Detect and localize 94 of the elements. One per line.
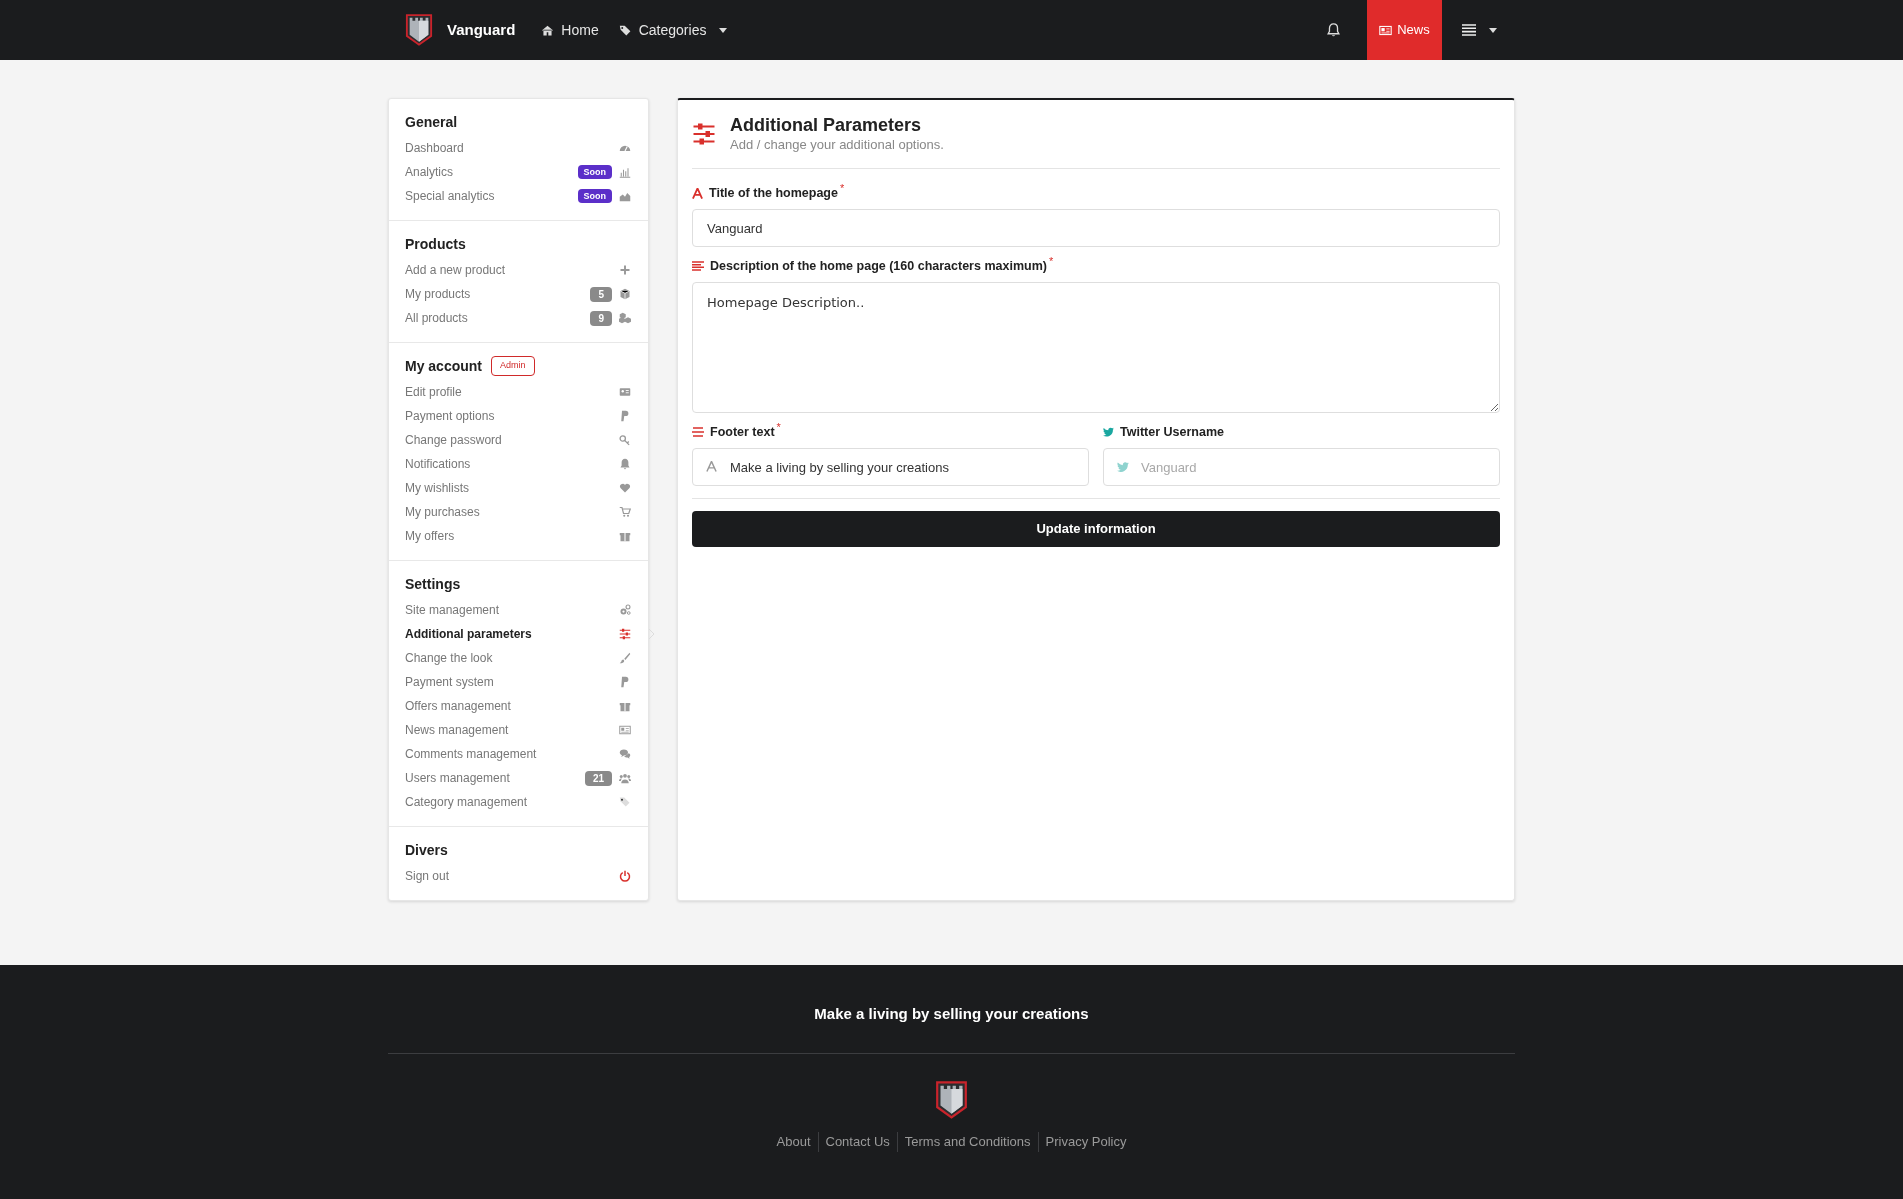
input-field[interactable]: Make a living by selling your creations (692, 448, 1089, 486)
sidebar-item[interactable]: Site management (405, 598, 632, 622)
section-title: General (405, 112, 458, 132)
bird-icon (1103, 427, 1114, 437)
newspaper-icon (1379, 23, 1393, 37)
p-icon (619, 676, 631, 688)
sidebar-item[interactable]: Change password (405, 428, 632, 452)
sidebar-item[interactable]: Change the look (405, 646, 632, 670)
required-mark: * (839, 180, 845, 196)
sidebar-item[interactable]: Add a new product (405, 258, 632, 282)
section-title: Divers (405, 840, 448, 860)
sliders-icon (619, 628, 631, 640)
newspaper-icon (619, 724, 631, 736)
admin-tag: Admin (491, 356, 535, 376)
soon-badge: Soon (577, 189, 612, 203)
section-title: Products (405, 234, 466, 254)
tags-icon (618, 23, 632, 37)
soon-badge: Soon (577, 165, 612, 179)
card-title: Additional Parameters (730, 114, 923, 136)
input-field[interactable]: Vanguard (692, 209, 1500, 247)
count-badge: 5 (590, 286, 612, 302)
gift-icon (619, 700, 631, 712)
power-icon (619, 870, 631, 882)
card-subtitle: Add / change your additional options. (730, 136, 944, 154)
gears-icon (619, 604, 631, 616)
required-mark: * (776, 419, 781, 435)
count-badge: 9 (590, 310, 612, 326)
nav-link[interactable]: Home (541, 19, 599, 41)
sidebar-item[interactable]: My products 5 (405, 282, 632, 306)
plus-icon (619, 264, 631, 276)
key-icon (619, 434, 631, 446)
count-badge: 21 (584, 770, 612, 786)
sidebar-item[interactable]: Offers management (405, 694, 632, 718)
gift-icon (619, 530, 631, 542)
shield-logo (405, 12, 433, 48)
caret-icon (1489, 27, 1497, 33)
bell-icon (619, 458, 631, 470)
footer-link[interactable]: Terms and Conditions (896, 1132, 1038, 1152)
cube-icon (619, 288, 631, 300)
users-icon (619, 772, 631, 784)
id-card-icon (619, 386, 631, 398)
sidebar-item[interactable]: Analytics Soon (405, 160, 632, 184)
area-chart-icon (619, 190, 631, 202)
sidebar-item[interactable]: Notifications (405, 452, 632, 476)
sidebar-item[interactable]: My wishlists (405, 476, 632, 500)
sidebar-item[interactable]: Dashboard (405, 136, 632, 160)
align-left-icon (692, 261, 704, 271)
bird-icon (1117, 462, 1129, 472)
menu-icon (1462, 24, 1476, 36)
home-icon (541, 23, 555, 37)
bar-chart-icon (619, 166, 631, 178)
bell-icon (1325, 22, 1341, 38)
section-title: My account (405, 356, 482, 376)
font-icon (692, 187, 703, 199)
cart-icon (619, 506, 631, 518)
sidebar-item[interactable]: News management (405, 718, 632, 742)
brush-icon (619, 652, 631, 664)
sidebar-item[interactable]: Special analytics Soon (405, 184, 632, 208)
sidebar-item[interactable]: Comments management (405, 742, 632, 766)
sidebar-item[interactable]: Additional parameters (405, 622, 632, 646)
sidebar-item[interactable]: Category management (405, 790, 632, 814)
required-mark: * (1048, 253, 1054, 269)
sidebar-item[interactable]: My offers (405, 524, 632, 548)
cubes-icon (619, 312, 631, 324)
font-icon (706, 461, 717, 472)
footer-link[interactable]: Contact Us (817, 1132, 897, 1152)
section-title: Settings (405, 574, 461, 594)
footer-tagline: Make a living by selling your creations (814, 1004, 1089, 1023)
update-button[interactable]: Update information (692, 511, 1500, 547)
sidebar-item[interactable]: Payment options (405, 404, 632, 428)
sidebar-item[interactable]: Sign out (405, 864, 632, 888)
brand-link[interactable]: Vanguard (388, 12, 516, 48)
sidebar-item[interactable]: Payment system (405, 670, 632, 694)
sidebar-item[interactable]: Edit profile (405, 380, 632, 404)
p-icon (619, 410, 631, 422)
sidebar-item[interactable]: My purchases (405, 500, 632, 524)
news-button[interactable]: News (1367, 0, 1442, 60)
field-label: Twitter Username (1120, 423, 1224, 441)
footer-link[interactable]: Privacy Policy (1037, 1132, 1134, 1152)
sidebar-item[interactable]: All products 9 (405, 306, 632, 330)
input-field[interactable]: Vanguard (1103, 448, 1500, 486)
comments-icon (619, 748, 631, 760)
footer-link[interactable]: About (769, 1132, 818, 1152)
sidebar-item[interactable]: Users management 21 (405, 766, 632, 790)
tags-icon (619, 796, 631, 808)
sliders-icon (692, 122, 716, 146)
strikethrough-icon (692, 427, 704, 437)
heart-icon (619, 482, 631, 494)
nav-link[interactable]: Categories (618, 19, 728, 41)
field-label: Footer text (710, 423, 775, 441)
field-label: Description of the home page (160 characters maximum) (710, 257, 1047, 275)
shield-logo (935, 1080, 968, 1120)
description-textarea[interactable]: Homepage Description.. (692, 282, 1500, 413)
field-label: Title of the homepage (709, 184, 838, 202)
